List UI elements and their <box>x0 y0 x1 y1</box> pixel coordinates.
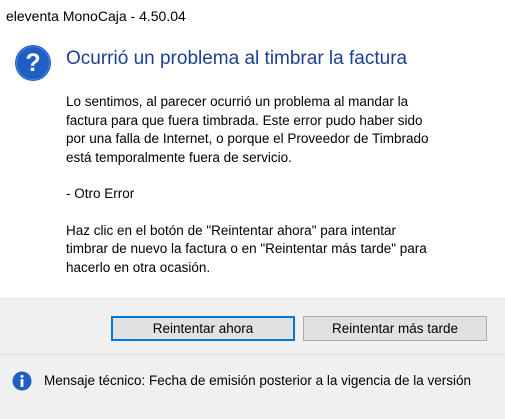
button-bar: Reintentar ahora Reintentar más tarde <box>0 298 505 355</box>
message-paragraph: Lo sentimos, al parecer ocurrió un probl… <box>66 94 429 165</box>
technical-message-footer: Mensaje técnico: Fecha de emisión poster… <box>0 354 505 419</box>
error-dialog: eleventa MonoCaja - 4.50.04 ? Ocurrió un… <box>0 0 505 419</box>
window-title: eleventa MonoCaja - 4.50.04 <box>6 8 186 24</box>
svg-text:?: ? <box>25 49 40 77</box>
info-icon <box>12 371 32 391</box>
message-instructions: Haz clic en el botón de "Reintentar ahor… <box>66 222 427 275</box>
dialog-message: Lo sentimos, al parecer ocurrió un probl… <box>66 93 496 295</box>
technical-message: Mensaje técnico: Fecha de emisión poster… <box>44 373 471 388</box>
retry-later-button[interactable]: Reintentar más tarde <box>303 316 487 341</box>
dialog-content: ? Ocurrió un problema al timbrar la fact… <box>0 30 505 298</box>
error-detail: - Otro Error <box>66 186 135 201</box>
question-icon: ? <box>15 45 51 81</box>
dialog-heading: Ocurrió un problema al timbrar la factur… <box>66 48 408 69</box>
retry-now-button[interactable]: Reintentar ahora <box>111 316 295 341</box>
